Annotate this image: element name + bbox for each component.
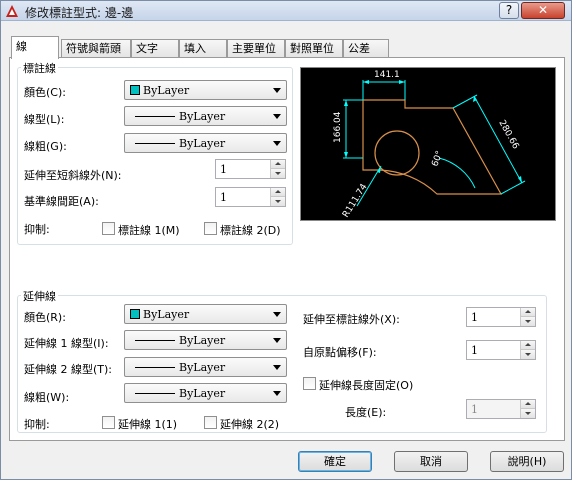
dim-lineweight-label: 線粗(G): xyxy=(24,140,67,153)
baseline-spacing-value: 1 xyxy=(220,191,227,204)
ext-color-label: 顏色(R): xyxy=(24,311,66,324)
length-value: 1 xyxy=(471,403,478,416)
window-title: 修改標註型式: 邊-邊 xyxy=(25,6,134,20)
cancel-button[interactable]: 取消 xyxy=(394,451,468,472)
dim-lineweight-select[interactable]: ByLayer xyxy=(124,133,287,153)
baseline-spacing-label: 基準線間距(A): xyxy=(24,195,99,208)
suppress-dim-line-1-label[interactable]: 標註線 1(M) xyxy=(118,222,180,238)
chevron-down-icon xyxy=(273,88,281,93)
spin-down-icon[interactable] xyxy=(520,317,535,326)
spin-up-icon[interactable] xyxy=(520,308,535,317)
extend-beyond-dim-lines-value: 1 xyxy=(471,311,478,324)
chevron-down-icon xyxy=(273,365,281,370)
title-help-button[interactable]: ? xyxy=(499,2,519,19)
spin-down-icon[interactable] xyxy=(270,169,285,178)
ext-lineweight-value: ByLayer xyxy=(179,387,226,400)
ext-linetype2-value: ByLayer xyxy=(179,361,226,374)
dim-linetype-label: 線型(L): xyxy=(24,113,65,126)
offset-from-origin-spinner[interactable]: 1 xyxy=(466,340,536,360)
spin-down-icon[interactable] xyxy=(520,350,535,359)
ext-lineweight-label: 線粗(W): xyxy=(24,391,70,404)
ok-button[interactable]: 確定 xyxy=(298,451,372,472)
help-button[interactable]: 說明(H) xyxy=(490,451,564,472)
ext-color-select[interactable]: ByLayer xyxy=(124,304,287,324)
suppress-dim-line-1-checkbox[interactable] xyxy=(102,222,115,235)
spin-up-icon[interactable] xyxy=(520,400,535,409)
tab-fit[interactable]: 填入 xyxy=(179,39,227,58)
suppress-dim-line-2-checkbox[interactable] xyxy=(204,222,217,235)
spin-up-icon[interactable] xyxy=(270,160,285,169)
dim-suppress-label: 抑制: xyxy=(24,223,50,236)
extend-beyond-ticks-spinner[interactable]: 1 xyxy=(215,159,286,179)
chevron-down-icon xyxy=(273,391,281,396)
fixed-length-label[interactable]: 延伸線長度固定(O) xyxy=(319,377,413,393)
line-sample xyxy=(135,143,175,144)
line-sample xyxy=(135,116,175,117)
line-sample xyxy=(135,393,175,394)
fixed-length-checkbox[interactable] xyxy=(303,377,316,390)
dimension-lines-group-title: 標註線 xyxy=(21,60,58,76)
chevron-down-icon xyxy=(273,312,281,317)
tab-tolerances[interactable]: 公差 xyxy=(343,39,389,58)
preview-dim-right: 280.66 xyxy=(496,119,520,152)
tab-alternate-units[interactable]: 對照單位 xyxy=(285,39,343,58)
extend-beyond-dim-lines-spinner[interactable]: 1 xyxy=(466,307,536,327)
ext-linetype1-select[interactable]: ByLayer xyxy=(124,330,287,350)
ext-lineweight-select[interactable]: ByLayer xyxy=(124,383,287,403)
modify-dimension-style-dialog: 修改標註型式: 邊-邊 ? ✕ 線 符號與箭頭 文字 填入 主要單位 對照單位 … xyxy=(0,0,572,480)
offset-from-origin-label: 自原點偏移(F): xyxy=(303,346,377,359)
ext-linetype1-value: ByLayer xyxy=(179,334,226,347)
length-label: 長度(E): xyxy=(345,406,387,419)
preview-geometry xyxy=(362,99,503,195)
line-sample xyxy=(135,367,175,368)
tab-text[interactable]: 文字 xyxy=(131,39,179,58)
tab-lines[interactable]: 線 xyxy=(11,36,59,59)
offset-from-origin-value: 1 xyxy=(471,344,478,357)
preview-drawing: 141.1 166.04 280.66 60° R111.74 xyxy=(333,70,526,220)
extend-beyond-ticks-value: 1 xyxy=(220,163,227,176)
dim-linetype-select[interactable]: ByLayer xyxy=(124,106,287,126)
ext-linetype2-label: 延伸線 2 線型(T): xyxy=(24,363,112,376)
close-button[interactable]: ✕ xyxy=(521,2,565,19)
spin-up-icon[interactable] xyxy=(270,188,285,197)
ext-linetype1-label: 延伸線 1 線型(I): xyxy=(24,337,109,350)
suppress-dim-line-2-label[interactable]: 標註線 2(D) xyxy=(220,222,281,238)
preview-circle xyxy=(374,130,420,176)
ext-suppress-label: 抑制: xyxy=(24,418,50,431)
title-bar: 修改標註型式: 邊-邊 ? ✕ xyxy=(1,1,571,21)
preview-dim-left: 166.04 xyxy=(333,111,343,143)
dimension-preview: 141.1 166.04 280.66 60° R111.74 xyxy=(300,67,556,221)
spin-down-icon[interactable] xyxy=(520,409,535,418)
spin-up-icon[interactable] xyxy=(520,341,535,350)
dim-color-value: ByLayer xyxy=(143,84,190,97)
ext-linetype2-select[interactable]: ByLayer xyxy=(124,357,287,377)
preview-dim-top: 141.1 xyxy=(374,70,400,80)
dim-color-select[interactable]: ByLayer xyxy=(124,80,287,100)
ext-color-value: ByLayer xyxy=(143,308,190,321)
dim-linetype-value: ByLayer xyxy=(179,110,226,123)
chevron-down-icon xyxy=(273,141,281,146)
suppress-ext-line-2-checkbox[interactable] xyxy=(204,416,217,429)
suppress-ext-line-1-checkbox[interactable] xyxy=(102,416,115,429)
preview-dim-radius: R111.74 xyxy=(341,182,370,220)
baseline-spacing-spinner[interactable]: 1 xyxy=(215,187,286,207)
spin-down-icon[interactable] xyxy=(270,197,285,206)
suppress-ext-line-1-label[interactable]: 延伸線 1(1) xyxy=(118,416,177,432)
extend-beyond-dim-lines-label: 延伸至標註線外(X): xyxy=(303,313,400,326)
color-swatch xyxy=(130,309,140,319)
chevron-down-icon xyxy=(273,114,281,119)
extension-lines-group-title: 延伸線 xyxy=(21,288,58,304)
line-sample xyxy=(135,340,175,341)
color-swatch xyxy=(130,85,140,95)
tab-primary-units[interactable]: 主要單位 xyxy=(227,39,285,58)
preview-dim-angle: 60° xyxy=(430,150,445,168)
dim-color-label: 顏色(C): xyxy=(24,86,66,99)
suppress-ext-line-2-label[interactable]: 延伸線 2(2) xyxy=(220,416,279,432)
chevron-down-icon xyxy=(273,338,281,343)
tab-symbols-arrows[interactable]: 符號與箭頭 xyxy=(61,39,131,58)
length-spinner[interactable]: 1 xyxy=(466,399,536,419)
autocad-app-icon xyxy=(6,5,18,17)
dim-lineweight-value: ByLayer xyxy=(179,137,226,150)
extend-beyond-ticks-label: 延伸至短斜線外(N): xyxy=(24,169,122,182)
